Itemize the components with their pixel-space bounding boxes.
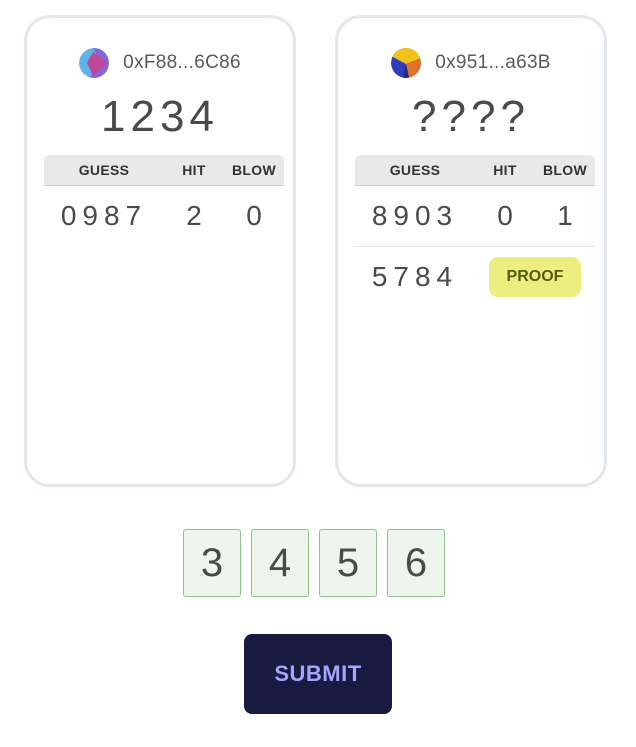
wallet-address: 0x951...a63B (435, 52, 551, 73)
guess-table: GUESS HIT BLOW 0987 2 0 (44, 155, 284, 246)
guess-input-group: 3 4 5 6 (183, 529, 445, 597)
column-header-guess: GUESS (78, 162, 130, 178)
guess-value: 0987 (60, 200, 148, 231)
table-header: GUESS HIT BLOW (44, 155, 284, 186)
proof-button[interactable]: PROOF (489, 257, 581, 297)
column-header-hit: HIT (182, 162, 206, 178)
table-row: 5784 PROOF (355, 246, 595, 307)
submit-button[interactable]: SUBMIT (244, 634, 392, 714)
guess-value: 8903 (371, 200, 459, 231)
hit-value: 0 (497, 200, 513, 231)
secret-number: ???? (412, 92, 530, 141)
blow-value: 1 (557, 200, 573, 231)
hit-value: 2 (186, 200, 202, 231)
wallet-avatar-icon (391, 48, 422, 78)
guess-table: GUESS HIT BLOW 8903 0 1 5784 PROOF (355, 155, 595, 307)
column-header-guess: GUESS (389, 162, 441, 178)
game-board: 0xF88...6C86 1234 GUESS HIT BLOW 0987 2 … (0, 0, 636, 747)
wallet-avatar-icon (79, 48, 110, 78)
player-card-opponent: 0x951...a63B ???? GUESS HIT BLOW 8903 0 … (335, 15, 607, 487)
player-header: 0xF88...6C86 (27, 47, 293, 79)
column-header-blow: BLOW (232, 162, 276, 178)
digit-input-4[interactable]: 6 (387, 529, 445, 597)
guess-value: 5784 (371, 261, 459, 292)
table-row: 8903 0 1 (355, 186, 595, 246)
player-card-self: 0xF88...6C86 1234 GUESS HIT BLOW 0987 2 … (24, 15, 296, 487)
secret-number: 1234 (101, 92, 219, 141)
table-header: GUESS HIT BLOW (355, 155, 595, 186)
column-header-blow: BLOW (543, 162, 587, 178)
column-header-hit: HIT (493, 162, 517, 178)
wallet-address: 0xF88...6C86 (123, 52, 241, 73)
proof-cell: PROOF (475, 257, 595, 297)
digit-input-2[interactable]: 4 (251, 529, 309, 597)
blow-value: 0 (246, 200, 262, 231)
digit-input-3[interactable]: 5 (319, 529, 377, 597)
digit-input-1[interactable]: 3 (183, 529, 241, 597)
table-row: 0987 2 0 (44, 186, 284, 246)
player-header: 0x951...a63B (338, 47, 604, 79)
